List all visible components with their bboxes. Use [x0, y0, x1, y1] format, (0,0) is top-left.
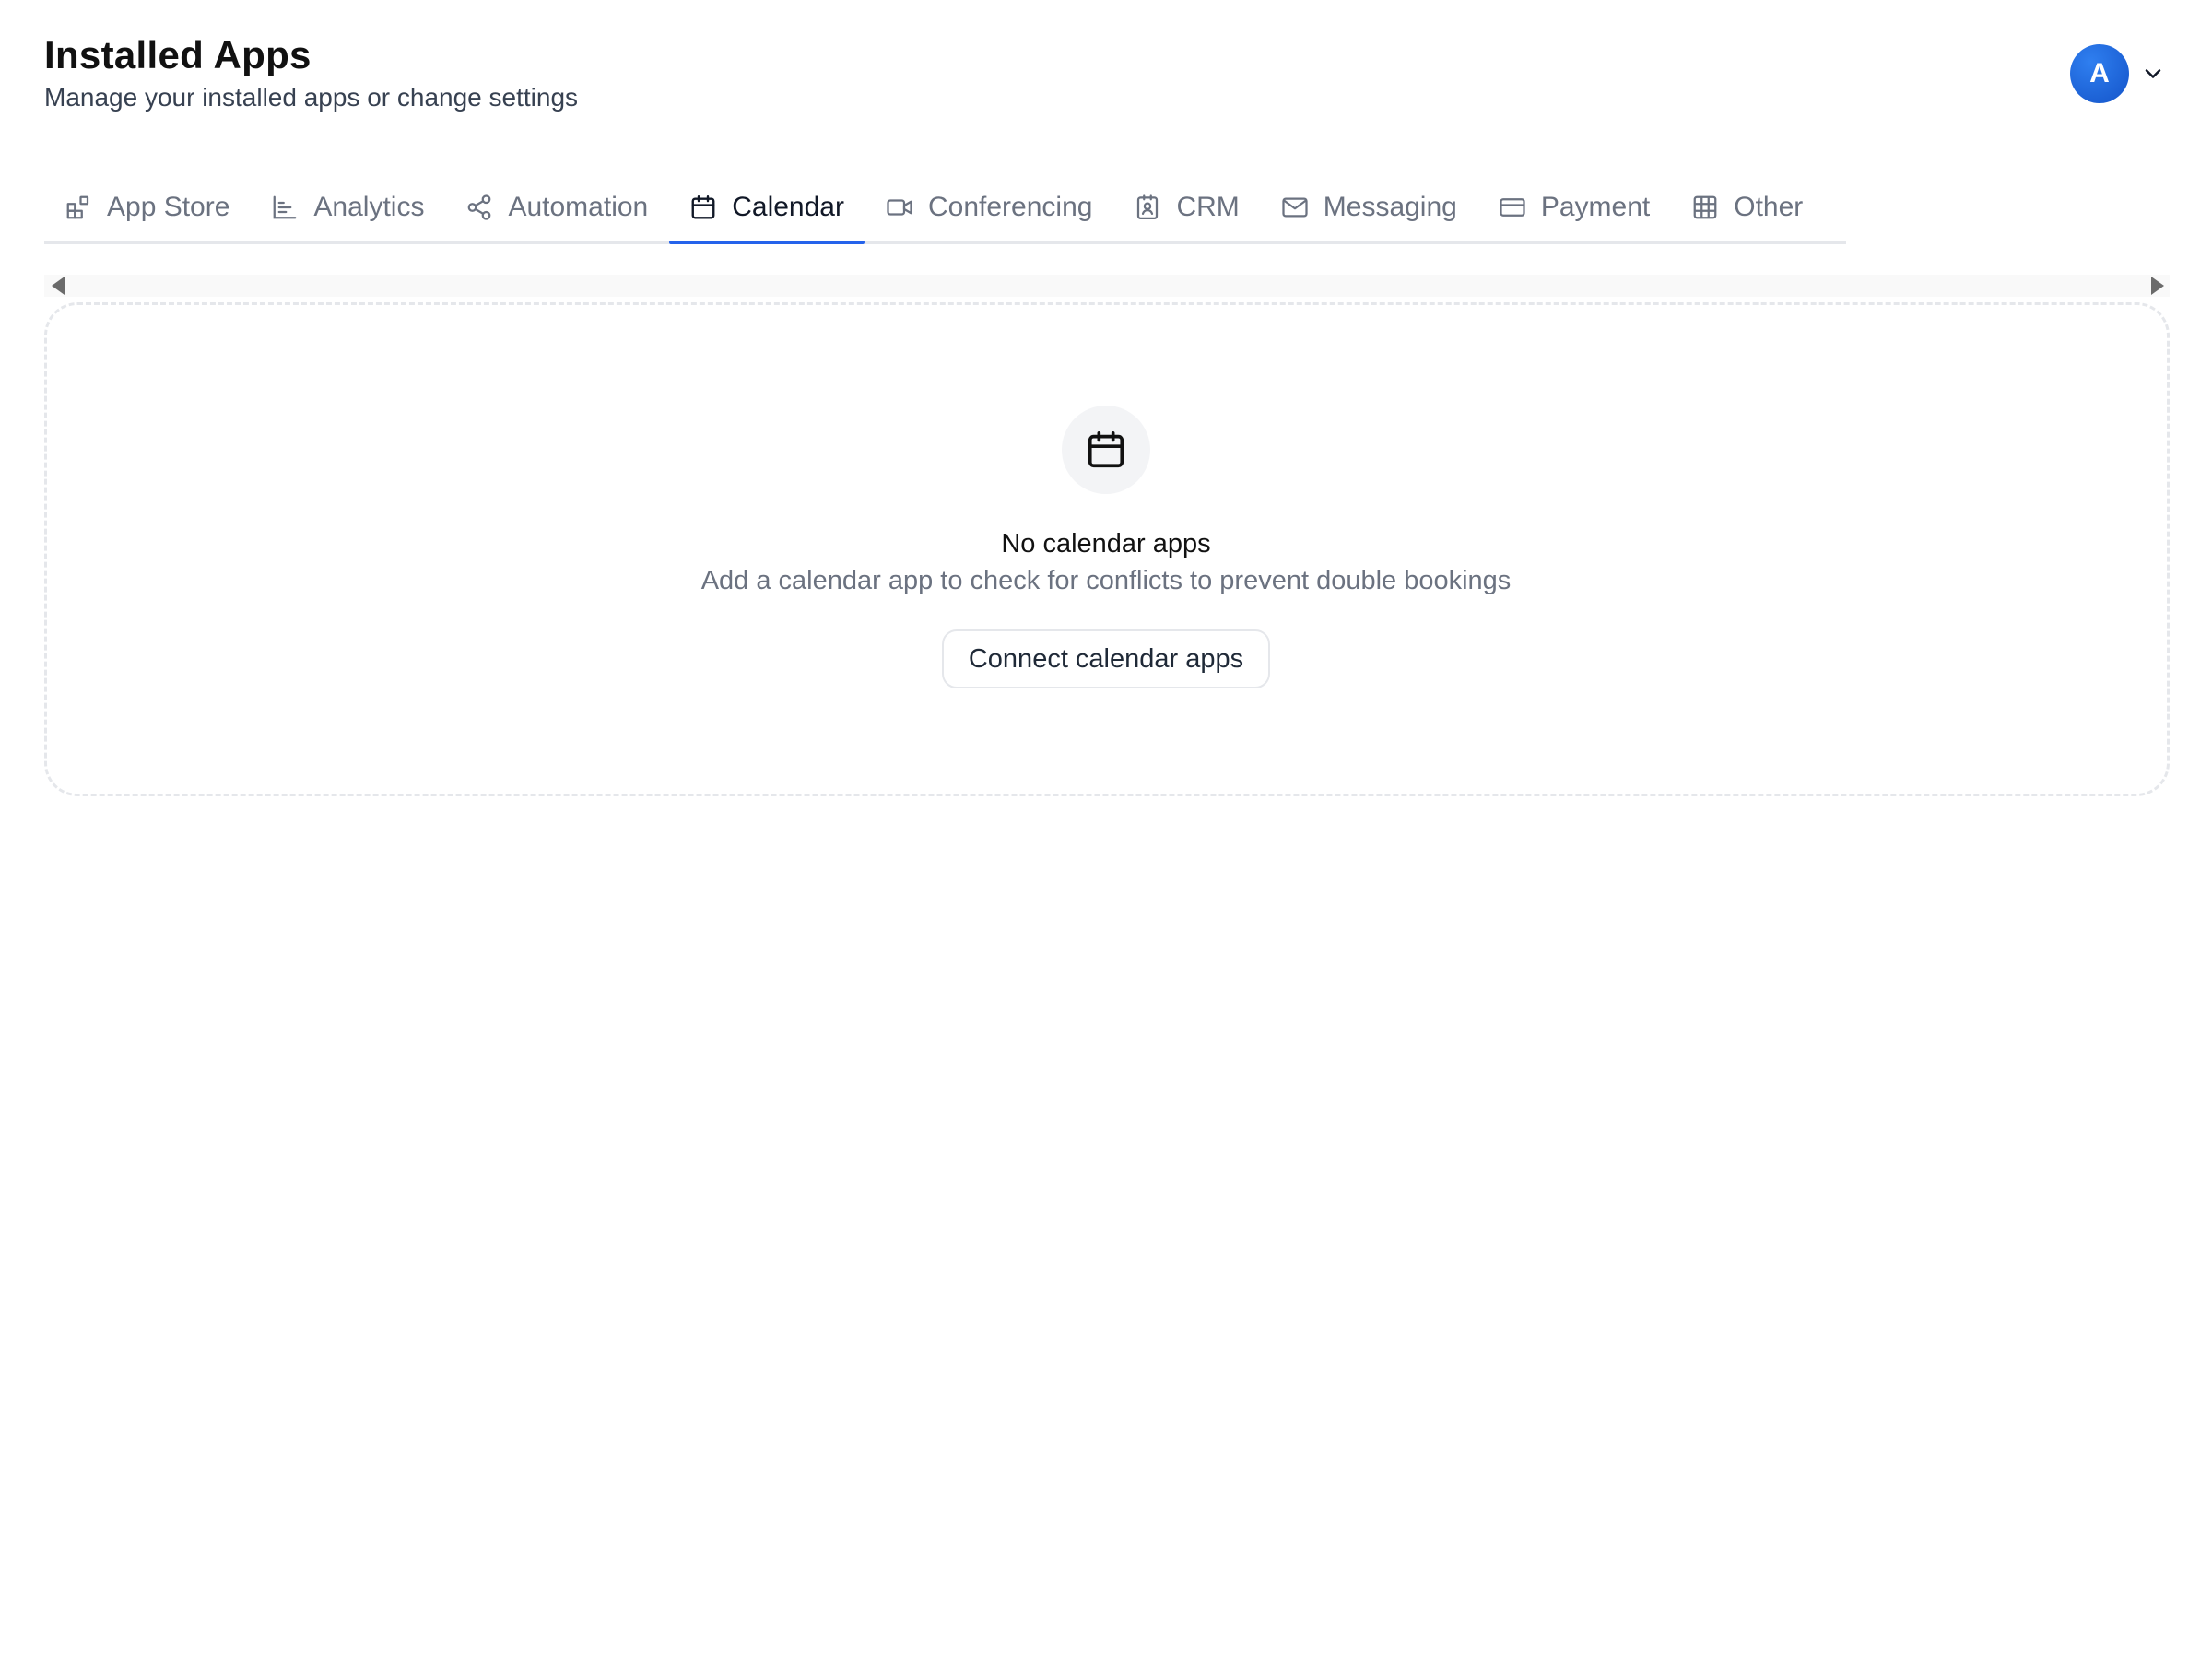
category-tabs: App Store Analytics Automation Calendar …: [44, 173, 1846, 244]
empty-state-icon: [1062, 406, 1150, 494]
tab-label: Calendar: [732, 192, 844, 222]
calendar-icon: [691, 194, 715, 219]
page-title: Installed Apps: [44, 33, 312, 76]
app-store-icon: [66, 195, 89, 219]
tab-conferencing[interactable]: Conferencing: [865, 173, 1112, 241]
calendar-icon: [1088, 430, 1124, 468]
horizontal-scrollbar[interactable]: [44, 275, 2170, 297]
page-subtitle: Manage your installed apps or change set…: [44, 83, 579, 112]
tab-label: Other: [1734, 192, 1804, 222]
empty-state-description: Add a calendar app to check for conflict…: [700, 566, 1512, 595]
tab-payment[interactable]: Payment: [1478, 173, 1670, 241]
tab-app-store[interactable]: App Store: [44, 173, 250, 241]
tab-label: Payment: [1540, 192, 1651, 222]
grid-icon: [1693, 195, 1717, 219]
contact-icon: [1137, 194, 1159, 219]
tab-automation[interactable]: Automation: [445, 173, 668, 241]
video-icon: [887, 199, 912, 216]
avatar[interactable]: A: [2070, 44, 2129, 103]
share-nodes-icon: [468, 194, 491, 220]
page-header: Installed Apps Manage your installed app…: [44, 33, 578, 116]
tab-analytics[interactable]: Analytics: [251, 173, 444, 241]
connect-calendar-apps-button[interactable]: Connect calendar apps: [942, 629, 1270, 688]
empty-state-title: No calendar apps: [1001, 529, 1211, 559]
tab-crm[interactable]: CRM: [1113, 173, 1259, 241]
mail-icon: [1282, 197, 1308, 218]
tab-other[interactable]: Other: [1671, 173, 1823, 241]
chevron-down-icon[interactable]: [2140, 61, 2166, 87]
tab-label: App Store: [107, 192, 230, 222]
user-menu[interactable]: A: [2070, 44, 2166, 103]
scroll-right-arrow[interactable]: [2151, 276, 2164, 295]
credit-card-icon: [1500, 198, 1525, 217]
tab-label: Messaging: [1323, 192, 1457, 222]
tab-label: CRM: [1176, 192, 1240, 222]
tab-label: Automation: [508, 192, 649, 222]
analytics-icon: [274, 195, 297, 219]
installed-apps-page: Installed Apps Manage your installed app…: [0, 0, 2212, 1659]
tab-messaging[interactable]: Messaging: [1261, 173, 1477, 241]
scroll-left-arrow[interactable]: [52, 276, 65, 295]
tab-label: Conferencing: [927, 192, 1093, 222]
tab-label: Analytics: [313, 192, 425, 222]
tab-calendar[interactable]: Calendar: [669, 173, 865, 244]
